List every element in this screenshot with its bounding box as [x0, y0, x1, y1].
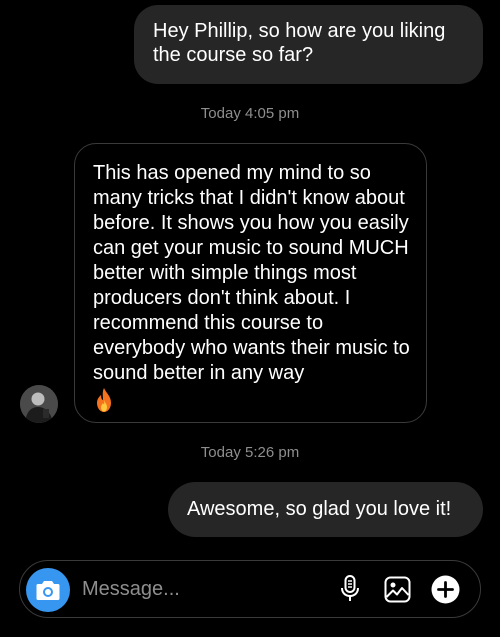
- gallery-button[interactable]: [382, 574, 412, 604]
- camera-icon: [36, 581, 60, 600]
- message-timestamp: Today 4:05 pm: [200, 105, 300, 122]
- message-input[interactable]: [82, 575, 322, 603]
- image-icon: [384, 576, 410, 602]
- outgoing-message[interactable]: Hey Phillip, so how are you liking the c…: [134, 5, 483, 84]
- sender-avatar[interactable]: [20, 385, 58, 423]
- outgoing-message[interactable]: Awesome, so glad you love it!: [168, 482, 483, 537]
- voice-message-button[interactable]: [335, 574, 365, 604]
- incoming-message[interactable]: This has opened my mind to so many trick…: [74, 143, 427, 423]
- camera-button[interactable]: [26, 568, 70, 612]
- message-text: This has opened my mind to so many trick…: [93, 162, 410, 384]
- message-composer: [19, 560, 481, 618]
- add-button[interactable]: [430, 574, 460, 604]
- message-timestamp: Today 5:26 pm: [200, 444, 300, 461]
- message-text: Hey Phillip, so how are you liking the c…: [153, 20, 446, 66]
- plus-icon: [431, 575, 459, 603]
- fire-emoji-icon: [97, 388, 111, 412]
- microphone-icon: [341, 575, 359, 601]
- message-text: Awesome, so glad you love it!: [187, 498, 452, 520]
- avatar-photo: [20, 385, 58, 423]
